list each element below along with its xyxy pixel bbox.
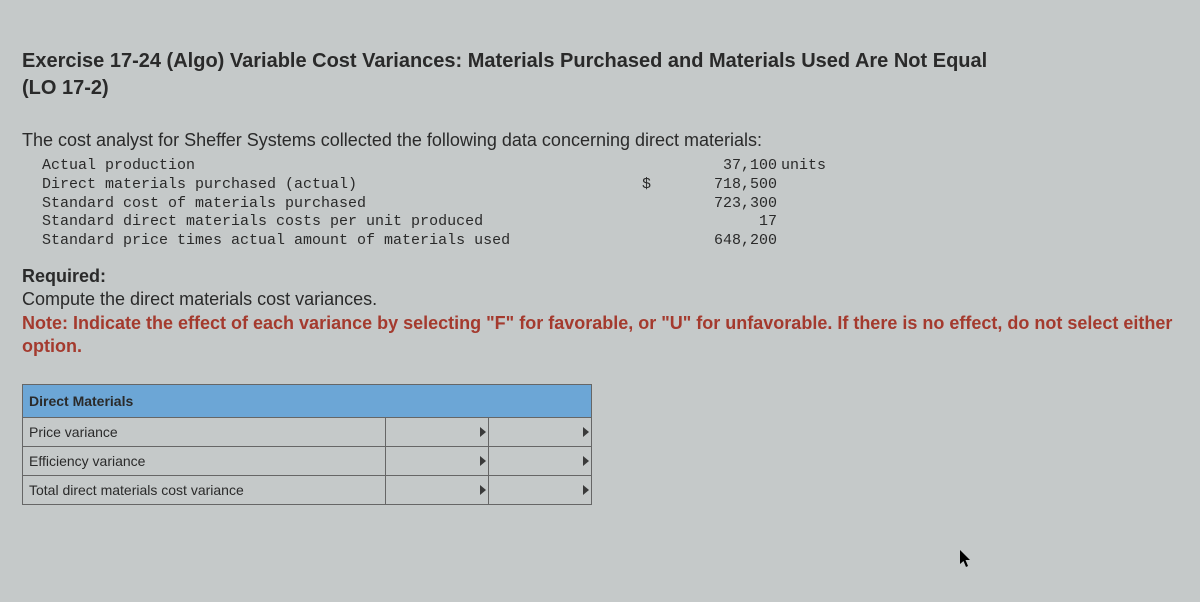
table-row: Efficiency variance [23, 447, 592, 476]
table-row: Price variance [23, 418, 592, 447]
dropdown-icon [583, 456, 589, 466]
data-currency: $ [642, 176, 657, 195]
answer-header: Direct Materials [23, 385, 592, 418]
required-note: Note: Indicate the effect of each varian… [22, 313, 1172, 356]
data-value: 648,200 [657, 232, 777, 251]
data-label: Actual production [42, 157, 642, 176]
dropdown-icon [583, 427, 589, 437]
intro-text: The cost analyst for Sheffer Systems col… [22, 130, 1178, 151]
answer-table: Direct Materials Price variance Efficien… [22, 384, 592, 505]
required-line: Compute the direct materials cost varian… [22, 289, 377, 309]
data-row: Standard cost of materials purchased 723,… [42, 195, 1178, 214]
exercise-title: Exercise 17-24 (Algo) Variable Cost Vari… [22, 48, 1178, 102]
data-label: Standard cost of materials purchased [42, 195, 642, 214]
data-value: 723,300 [657, 195, 777, 214]
mouse-cursor-icon [960, 550, 972, 568]
data-label: Direct materials purchased (actual) [42, 176, 642, 195]
table-row: Total direct materials cost variance [23, 476, 592, 505]
title-line-1: Exercise 17-24 (Algo) Variable Cost Vari… [22, 50, 987, 72]
amount-input[interactable] [386, 476, 489, 505]
data-label: Standard direct materials costs per unit… [42, 213, 642, 232]
dropdown-icon [480, 427, 486, 437]
row-label: Total direct materials cost variance [23, 476, 386, 505]
favorable-select[interactable] [489, 447, 592, 476]
required-block: Required: Compute the direct materials c… [22, 265, 1178, 359]
amount-input[interactable] [386, 418, 489, 447]
data-value: 37,100 [657, 157, 777, 176]
dropdown-icon [583, 485, 589, 495]
row-label: Price variance [23, 418, 386, 447]
data-unit: units [777, 157, 841, 176]
row-label: Efficiency variance [23, 447, 386, 476]
data-row: Standard direct materials costs per unit… [42, 213, 1178, 232]
data-block: Actual production37,100unitsDirect mater… [42, 157, 1178, 251]
required-heading: Required: [22, 266, 106, 286]
data-row: Actual production 37,100units [42, 157, 1178, 176]
dropdown-icon [480, 485, 486, 495]
dropdown-icon [480, 456, 486, 466]
data-label: Standard price times actual amount of ma… [42, 232, 642, 251]
data-row: Direct materials purchased (actual)$718,… [42, 176, 1178, 195]
amount-input[interactable] [386, 447, 489, 476]
title-line-2: (LO 17-2) [22, 77, 109, 99]
data-row: Standard price times actual amount of ma… [42, 232, 1178, 251]
favorable-select[interactable] [489, 476, 592, 505]
favorable-select[interactable] [489, 418, 592, 447]
data-value: 17 [657, 213, 777, 232]
data-value: 718,500 [657, 176, 777, 195]
